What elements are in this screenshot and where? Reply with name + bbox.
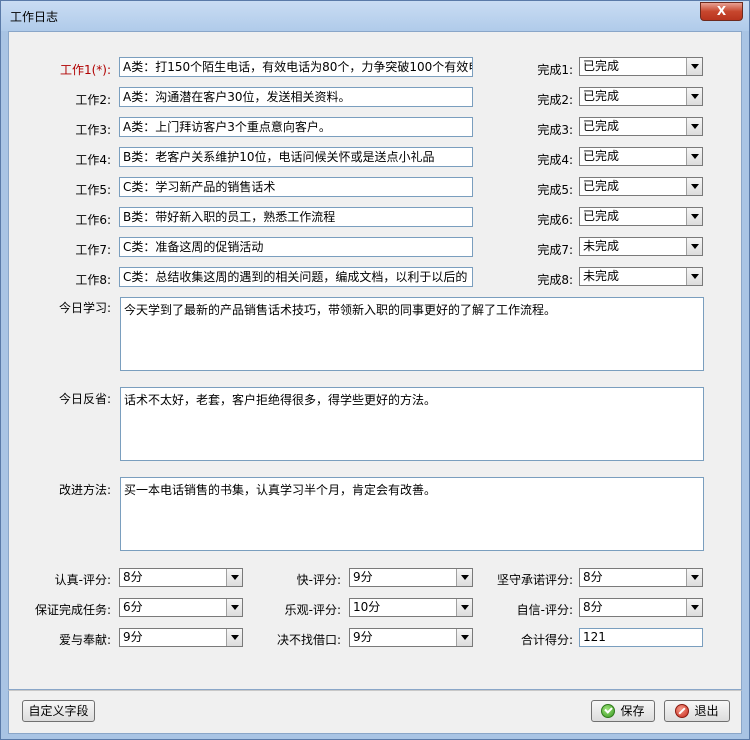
no-excuse-select[interactable]: 9分 (349, 628, 473, 647)
status-label: 完成6: (537, 213, 573, 227)
task-input[interactable]: B类：带好新入职的员工，熟悉工作流程 (119, 207, 473, 227)
save-button-label: 保存 (620, 704, 645, 718)
status-label: 完成2: (537, 93, 573, 107)
status-label: 完成5: (537, 183, 573, 197)
chevron-down-icon[interactable] (686, 88, 702, 105)
no-excuse-label: 决不找借口: (276, 633, 341, 647)
exit-button-label: 退出 (694, 704, 719, 718)
exit-icon (675, 704, 690, 718)
status-select[interactable]: 未完成 (579, 267, 703, 286)
learning-textarea[interactable]: 今天学到了最新的产品销售话术技巧，带领新入职的同事更好的了解了工作流程。 (120, 297, 704, 371)
custom-fields-button[interactable]: 自定义字段 (22, 700, 95, 722)
speed-select[interactable]: 9分 (349, 568, 473, 587)
task-label: 工作3: (75, 123, 111, 137)
task-label: 工作6: (75, 213, 111, 227)
assurance-label: 保证完成任务: (34, 603, 111, 617)
total-label: 合计得分: (520, 633, 573, 647)
status-select[interactable]: 已完成 (579, 87, 703, 106)
status-select[interactable]: 已完成 (579, 207, 703, 226)
total-score-field[interactable]: 121 (579, 628, 703, 647)
chevron-down-icon[interactable] (456, 629, 472, 646)
status-label: 完成8: (537, 273, 573, 287)
chevron-down-icon[interactable] (686, 178, 702, 195)
chevron-down-icon[interactable] (226, 569, 242, 586)
status-select[interactable]: 已完成 (579, 177, 703, 196)
task-label: 工作2: (75, 93, 111, 107)
improvement-textarea[interactable]: 买一本电话销售的书集，认真学习半个月，肯定会有改善。 (120, 477, 704, 551)
form-area: 工作1(*): A类：打150个陌生电话，有效电话为80个，力争突破100个有效电… (8, 31, 742, 690)
close-button[interactable]: X (700, 2, 743, 21)
status-label: 完成3: (537, 123, 573, 137)
diligence-label: 认真-评分: (54, 573, 111, 587)
status-select[interactable]: 已完成 (579, 57, 703, 76)
task-input[interactable]: A类：沟通潜在客户30位，发送相关资料。 (119, 87, 473, 107)
title-bar[interactable]: 工作日志 X (1, 1, 749, 31)
chevron-down-icon[interactable] (686, 268, 702, 285)
diligence-select[interactable]: 8分 (119, 568, 243, 587)
status-label: 完成4: (537, 153, 573, 167)
dedication-select[interactable]: 9分 (119, 628, 243, 647)
window-title: 工作日志 (10, 10, 59, 24)
status-select[interactable]: 已完成 (579, 147, 703, 166)
chevron-down-icon[interactable] (686, 599, 702, 616)
assurance-select[interactable]: 6分 (119, 598, 243, 617)
status-select[interactable]: 未完成 (579, 237, 703, 256)
work-log-window: 工作日志 X 工作1(*): A类：打150个陌生电话，有效电话为80个，力争突破… (0, 0, 750, 740)
task-label: 工作4: (75, 153, 111, 167)
reflection-label: 今日反省: (58, 392, 111, 406)
save-button[interactable]: 保存 (591, 700, 655, 722)
optimism-label: 乐观-评分: (284, 603, 341, 617)
status-select[interactable]: 已完成 (579, 117, 703, 136)
check-icon (601, 704, 616, 718)
commitment-select[interactable]: 8分 (579, 568, 703, 587)
task-input[interactable]: C类：总结收集这周的遇到的相关问题，编成文档，以利于以后的 (119, 267, 473, 287)
commitment-label: 坚守承诺评分: (496, 573, 573, 587)
task-label: 工作1(*): (59, 63, 111, 77)
confidence-label: 自信-评分: (516, 603, 573, 617)
task-label: 工作8: (75, 273, 111, 287)
improvement-label: 改进方法: (58, 483, 111, 497)
confidence-select[interactable]: 8分 (579, 598, 703, 617)
task-input[interactable]: C类：学习新产品的销售话术 (119, 177, 473, 197)
chevron-down-icon[interactable] (686, 569, 702, 586)
optimism-select[interactable]: 10分 (349, 598, 473, 617)
chevron-down-icon[interactable] (226, 629, 242, 646)
chevron-down-icon[interactable] (686, 148, 702, 165)
reflection-textarea[interactable]: 话术不太好，老套，客户拒绝得很多，得学些更好的方法。 (120, 387, 704, 461)
chevron-down-icon[interactable] (686, 238, 702, 255)
chevron-down-icon[interactable] (456, 569, 472, 586)
task-input[interactable]: C类：准备这周的促销活动 (119, 237, 473, 257)
status-label: 完成1: (537, 63, 573, 77)
task-input[interactable]: A类：打150个陌生电话，有效电话为80个，力争突破100个有效电话 (119, 57, 473, 77)
chevron-down-icon[interactable] (226, 599, 242, 616)
task-label: 工作5: (75, 183, 111, 197)
chevron-down-icon[interactable] (456, 599, 472, 616)
status-label: 完成7: (537, 243, 573, 257)
task-input[interactable]: A类：上门拜访客户3个重点意向客户。 (119, 117, 473, 137)
learning-label: 今日学习: (58, 301, 111, 315)
task-label: 工作7: (75, 243, 111, 257)
chevron-down-icon[interactable] (686, 58, 702, 75)
speed-label: 快-评分: (296, 573, 341, 587)
chevron-down-icon[interactable] (686, 118, 702, 135)
chevron-down-icon[interactable] (686, 208, 702, 225)
dedication-label: 爱与奉献: (58, 633, 111, 647)
button-bar: 自定义字段 保存 退出 (8, 690, 742, 734)
exit-button[interactable]: 退出 (664, 700, 730, 722)
task-input[interactable]: B类：老客户关系维护10位，电话问候关怀或是送点小礼品 (119, 147, 473, 167)
